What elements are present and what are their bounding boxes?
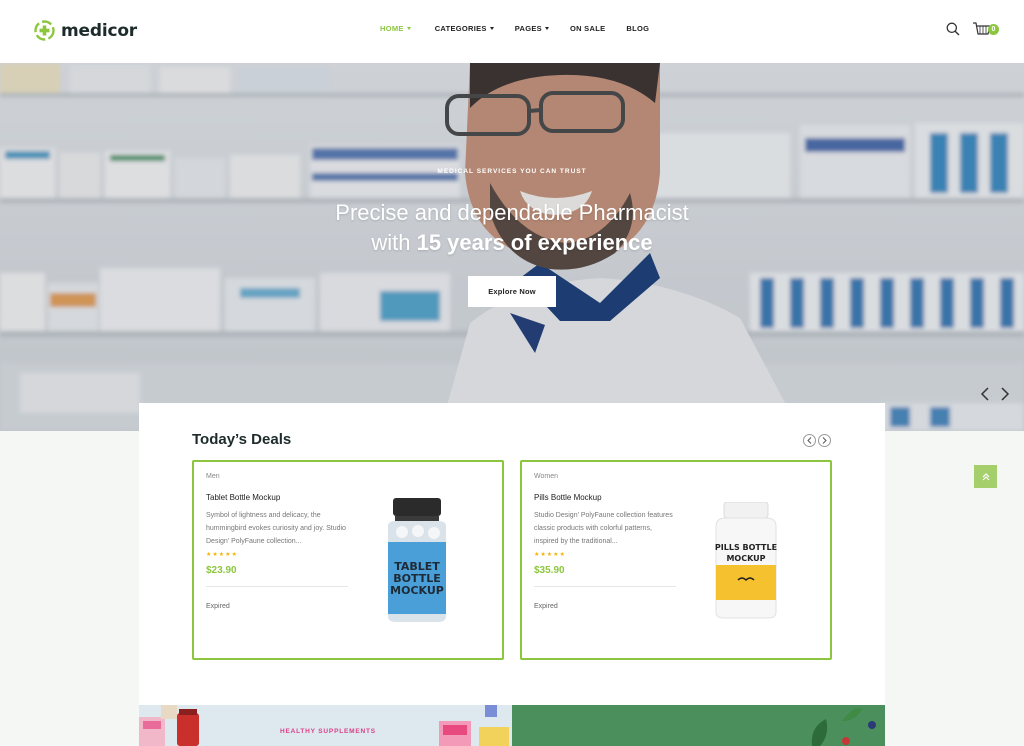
caret-down-icon — [406, 27, 411, 30]
tablet-bottle-image[interactable]: TABLET BOTTLE MOCKUP — [384, 498, 450, 624]
product-name[interactable]: Pills Bottle Mockup — [534, 493, 602, 502]
rating-stars: ★★★★★ — [206, 552, 238, 558]
brand-name: medicor — [61, 20, 137, 41]
cart-button[interactable]: 0 — [972, 20, 999, 38]
cart-count-badge: 0 — [988, 24, 999, 35]
product-description: Symbol of lightness and delicacy, the hu… — [206, 512, 346, 545]
deal-status: Expired — [534, 603, 558, 610]
bottle-label-line: MOCKUP — [390, 584, 444, 597]
nav-item-blog[interactable]: BLOG — [626, 24, 649, 33]
chevron-left-icon[interactable] — [980, 387, 989, 401]
product-category: Women — [534, 473, 558, 480]
logo[interactable]: medicor — [34, 20, 137, 41]
nav-item-label: ON SALE — [569, 24, 606, 33]
banner-label: HEALTHY SUPPLEMENTS — [280, 728, 376, 735]
promo-banner-right[interactable] — [512, 705, 885, 746]
main-nav: HOME CATEGORIES PAGES ON SALE BLOG — [380, 24, 649, 33]
explore-now-button[interactable]: Explore Now — [468, 276, 556, 307]
deal-status: Expired — [206, 603, 230, 610]
hero-title-line1: Precise and dependable Pharmacist — [335, 200, 689, 225]
deal-card[interactable]: Men Tablet Bottle Mockup Symbol of light… — [192, 460, 504, 660]
supplements-products-image — [139, 705, 509, 746]
chevron-right-icon — [822, 437, 827, 444]
todays-deals-section: Today’s Deals Men Tablet Bottle Mockup S… — [139, 403, 885, 705]
caret-down-icon — [544, 27, 549, 30]
site-header: medicor HOME CATEGORIES PAGES ON SALE BL… — [0, 0, 1024, 63]
bottle-label-line: PILLS BOTTLE — [715, 543, 777, 552]
product-name[interactable]: Tablet Bottle Mockup — [206, 493, 280, 502]
nav-item-pages[interactable]: PAGES — [515, 24, 549, 33]
divider — [534, 586, 676, 587]
nav-item-label: HOME — [380, 24, 404, 33]
nav-item-categories[interactable]: CATEGORIES — [435, 24, 494, 33]
hero-slider-arrows — [980, 387, 1010, 401]
product-category: Men — [206, 473, 220, 480]
double-chevron-up-icon — [982, 472, 989, 480]
deal-card[interactable]: Women Pills Bottle Mockup Studio Design'… — [520, 460, 832, 660]
chevron-right-icon[interactable] — [1001, 387, 1010, 401]
medical-cross-icon — [34, 20, 55, 41]
product-description: Studio Design' PolyFaune collection feat… — [534, 512, 673, 545]
deals-next-button[interactable] — [818, 434, 831, 447]
scroll-to-top-button[interactable] — [974, 465, 997, 488]
search-icon[interactable] — [946, 22, 960, 36]
hero-title: Precise and dependable Pharmacist with 1… — [0, 198, 1024, 258]
deals-carousel-nav — [803, 434, 831, 447]
deals-prev-button[interactable] — [803, 434, 816, 447]
hero-title-line2-bold: 15 years of experience — [416, 230, 653, 255]
product-price: $35.90 — [534, 565, 565, 576]
bottle-label-line: MOCKUP — [726, 554, 765, 563]
section-title: Today’s Deals — [192, 431, 292, 448]
nav-item-label: BLOG — [626, 24, 650, 33]
rating-stars: ★★★★★ — [534, 552, 566, 558]
hero-title-line2-prefix: with — [371, 230, 417, 255]
caret-down-icon — [489, 27, 494, 30]
supplements-banner[interactable]: HEALTHY SUPPLEMENTS — [139, 705, 512, 746]
product-price: $23.90 — [206, 565, 237, 576]
chevron-left-icon — [807, 437, 812, 444]
header-actions: 0 — [946, 20, 999, 38]
hero-tagline: MEDICAL SERVICES YOU CAN TRUST — [437, 168, 587, 175]
herbs-image — [811, 708, 876, 746]
nav-item-label: CATEGORIES — [434, 24, 487, 33]
nav-item-label: PAGES — [514, 24, 542, 33]
nav-item-on-sale[interactable]: ON SALE — [570, 24, 605, 33]
hero-banner: MEDICAL SERVICES YOU CAN TRUST Precise a… — [0, 63, 1024, 431]
divider — [206, 586, 348, 587]
pills-bottle-image[interactable]: PILLS BOTTLE MOCKUP — [712, 502, 780, 620]
nav-item-home[interactable]: HOME — [380, 24, 411, 33]
